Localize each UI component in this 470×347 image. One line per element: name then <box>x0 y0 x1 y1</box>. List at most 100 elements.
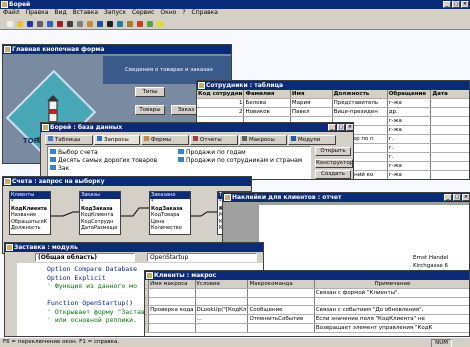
table-cell <box>195 323 249 333</box>
field-list[interactable]: Заказы * КодЗаказа КодКлиента КодСотрудн Дата… <box>79 191 121 235</box>
table-cell: 1 <box>197 98 245 108</box>
database-object-list: Выбор счета Десять самых дорогих товаров… <box>47 146 311 179</box>
create-button[interactable]: Создать <box>315 170 351 179</box>
database-tabs: Таблицы Запросы Формы Отчеты Макросы Модули <box>45 135 336 145</box>
table-cell: г-жа <box>387 98 432 108</box>
table-cell <box>148 288 196 298</box>
status-bar: F6 = переключение окон. F1 = справка. NU… <box>0 337 470 347</box>
tab-1[interactable]: Запросы <box>94 135 140 145</box>
db-maximize-button[interactable]: □ <box>337 124 345 131</box>
menu-help-q[interactable]: ? <box>179 9 188 18</box>
report-close-button[interactable]: × <box>462 194 469 201</box>
list-item[interactable]: Продажи по годам <box>178 149 308 156</box>
procedure-combo[interactable]: OpenStartup <box>147 253 257 262</box>
field-item[interactable]: ДатаРазмеще <box>80 225 120 232</box>
column-header[interactable]: Код сотрудни <box>197 90 245 99</box>
tab-5[interactable]: Модули <box>288 135 336 145</box>
list-item[interactable]: Зак <box>50 165 170 172</box>
table-row[interactable]: Возвращает элемент управления "КодК <box>145 323 469 333</box>
spell-icon[interactable] <box>54 19 64 28</box>
list-item-label: Продажи по годам <box>186 149 246 156</box>
undo-icon[interactable] <box>94 19 104 28</box>
db-close-button[interactable]: × <box>346 124 353 131</box>
column-header[interactable]: Должность <box>332 90 388 99</box>
menu-window[interactable]: Окно <box>157 9 179 18</box>
menu-insert[interactable]: Вставка <box>70 9 101 18</box>
table-cell <box>148 314 196 324</box>
close-button[interactable]: × <box>461 1 469 8</box>
db-minimize-button[interactable]: _ <box>328 124 336 131</box>
help-icon[interactable] <box>154 19 164 28</box>
field-list[interactable]: Заказано * КодЗаказа КодТовара Цена Количеств… <box>149 191 191 235</box>
open-icon[interactable] <box>14 19 24 28</box>
menu-help[interactable]: Справка <box>189 9 221 18</box>
tab-3[interactable]: Отчеты <box>190 135 238 145</box>
table-row[interactable] <box>145 297 469 306</box>
menu-run[interactable]: Запуск <box>101 9 129 18</box>
column-header[interactable]: Условие <box>195 280 249 289</box>
cut-icon[interactable] <box>64 19 74 28</box>
field-item[interactable]: Должность <box>10 225 50 232</box>
tab-label: Отчеты <box>200 137 222 143</box>
table-row[interactable]: 2 Новиков Павел Вице-президен др. <box>197 107 469 117</box>
query-icon <box>50 165 56 170</box>
object-combo[interactable]: (Общая область) <box>35 253 135 262</box>
switchboard-types-button[interactable]: Типы <box>135 87 165 97</box>
column-header[interactable]: Фамилия <box>243 90 291 99</box>
num-indicator: NUM <box>431 339 452 347</box>
tab-0[interactable]: Таблицы <box>45 135 93 145</box>
tab-4[interactable]: Макросы <box>239 135 287 145</box>
field-list[interactable]: Клиенты * КодКлиента Название ОбращатьсяК Дол… <box>9 191 51 235</box>
menu-file[interactable]: Файл <box>0 9 23 18</box>
copy-icon[interactable] <box>74 19 84 28</box>
column-header[interactable]: Примечание <box>314 280 469 289</box>
table-cell <box>247 297 315 306</box>
list-item[interactable]: Продажи по сотрудникам и странам <box>178 157 312 164</box>
menu-view[interactable]: Вид <box>51 9 69 18</box>
report-minimize-button[interactable]: _ <box>444 194 452 201</box>
list-item[interactable]: Десять самых дорогих товаров <box>50 157 170 164</box>
minimize-button[interactable]: _ <box>443 1 451 8</box>
paste-icon[interactable] <box>84 19 94 28</box>
list-item[interactable]: Выбор счета <box>50 149 170 156</box>
code-icon[interactable] <box>104 19 114 28</box>
table-row[interactable]: 1 Белова Мария Представитель г-жа <box>197 98 469 108</box>
table-cell: Павел <box>290 107 333 117</box>
table-cell <box>430 125 469 135</box>
save-icon[interactable] <box>24 19 34 28</box>
table-icon <box>198 82 205 89</box>
table-cell: ... <box>195 314 249 324</box>
table-row[interactable]: ... ОтменитьСобытие Если значение поля "Ко… <box>145 314 469 324</box>
table-cell: 2 <box>197 107 245 117</box>
new-icon[interactable] <box>4 19 14 28</box>
maximize-button[interactable]: □ <box>452 1 460 8</box>
print-icon[interactable] <box>34 19 44 28</box>
field-list-title: Заказы <box>80 192 120 199</box>
open-button[interactable]: Открыть <box>315 147 351 156</box>
menu-edit[interactable]: Правка <box>23 9 52 18</box>
table-cell <box>430 152 469 162</box>
label-name: Ernst Handel <box>413 255 449 261</box>
column-header[interactable]: Имя макроса <box>148 280 196 289</box>
table-row[interactable]: Проверка кода DLookUp("[КодКл Сообщение Свя… <box>145 305 469 315</box>
analyze-icon[interactable] <box>124 19 134 28</box>
relations-icon[interactable] <box>114 19 124 28</box>
design-button[interactable]: Конструктор <box>315 159 353 168</box>
column-header[interactable]: Макрокоманда <box>247 280 315 289</box>
table-cell <box>247 288 315 298</box>
table-row[interactable]: Связан с формой "Клиенты". <box>145 288 469 298</box>
macro-window: Клиенты : макрос Имя макроса Условие Макро… <box>144 270 470 337</box>
switchboard-products-button[interactable]: Товары <box>135 105 165 115</box>
column-header[interactable]: Дата <box>430 90 469 99</box>
new-object-icon[interactable] <box>144 19 154 28</box>
office-links-icon[interactable] <box>134 19 144 28</box>
field-item[interactable]: Количество <box>150 225 190 232</box>
tab-2[interactable]: Формы <box>141 135 189 145</box>
query-icon <box>50 157 56 162</box>
column-header[interactable]: Обращение <box>387 90 432 99</box>
menu-tools[interactable]: Сервис <box>129 9 157 18</box>
list-item-label: Зак <box>58 165 70 172</box>
column-header[interactable]: Имя <box>290 90 333 99</box>
report-maximize-button[interactable]: □ <box>453 194 461 201</box>
preview-icon[interactable] <box>44 19 54 28</box>
